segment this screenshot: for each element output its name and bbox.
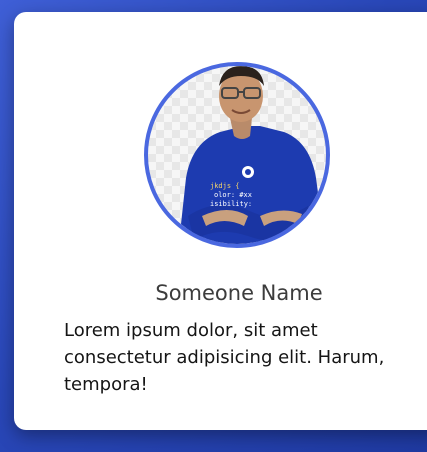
profile-name: Someone Name (155, 281, 323, 305)
svg-text:isibility:: isibility: (210, 200, 252, 208)
profile-description: Lorem ipsum dolor, sit amet consectetur … (64, 320, 385, 395)
profile-card: jkdjs { olor: #xx isibility: Someone Nam… (14, 12, 427, 430)
svg-text:olor: #xx: olor: #xx (214, 191, 252, 199)
avatar: jkdjs { olor: #xx isibility: (144, 62, 330, 248)
person-photo: jkdjs { olor: #xx isibility: (178, 66, 325, 244)
svg-text:jkdjs {: jkdjs { (210, 182, 240, 190)
